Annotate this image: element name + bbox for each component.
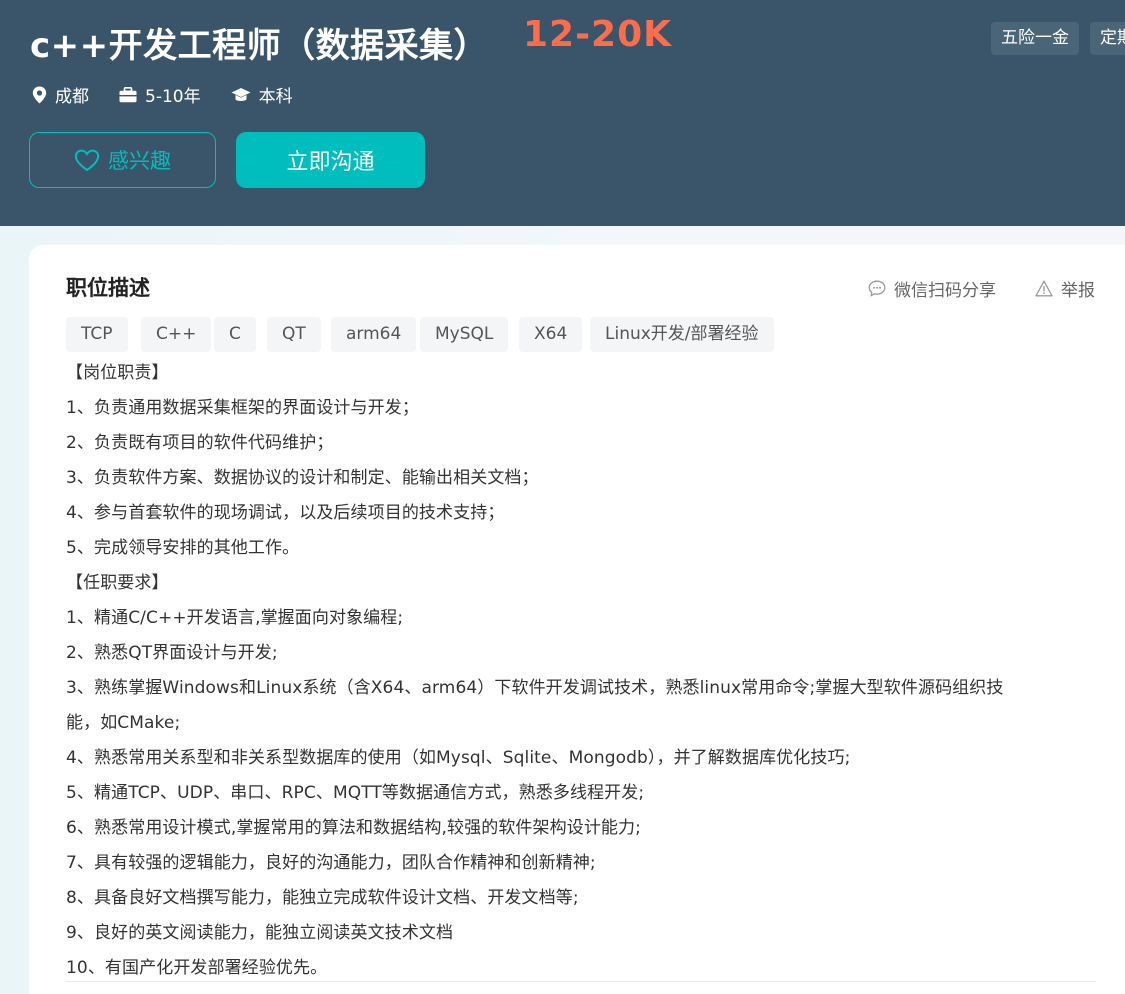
description-line: 2、负责既有项目的软件代码维护； xyxy=(66,433,334,453)
benefit-tag: 定期 xyxy=(1090,22,1125,55)
meta-experience: 5-10年 xyxy=(119,82,201,107)
meta-education-text: 本科 xyxy=(258,87,293,107)
description-line: 【任职要求】 xyxy=(66,573,169,593)
description-line: 10、有国产化开发部署经验优先。 xyxy=(66,958,328,978)
share-wechat-button[interactable]: 微信扫码分享 xyxy=(868,276,996,301)
skill-tag: TCP xyxy=(66,317,128,352)
description-line: 1、精通C/C++开发语言,掌握面向对象编程; xyxy=(66,608,404,628)
skill-tag: C++ xyxy=(141,317,212,352)
description-line: 【岗位职责】 xyxy=(66,363,169,383)
location-pin-icon xyxy=(32,86,47,103)
description-line: 5、完成领导安排的其他工作。 xyxy=(66,538,300,558)
heart-outline-icon xyxy=(74,149,100,171)
skill-tag: MySQL xyxy=(420,317,509,352)
description-line: 4、熟悉常用关系型和非关系型数据库的使用（如Mysql、Sqlite、Mongo… xyxy=(66,748,851,768)
job-title: c++开发工程师（数据采集） xyxy=(30,26,489,66)
description-line: 7、具有较强的逻辑能力，良好的沟通能力，团队合作精神和创新精神; xyxy=(66,853,596,873)
description-line: 5、精通TCP、UDP、串口、RPC、MQTT等数据通信方式，熟悉多线程开发; xyxy=(66,783,645,803)
description-line: 6、熟悉常用设计模式,掌握常用的算法和数据结构,较强的软件架构设计能力; xyxy=(66,818,641,838)
section-title: 职位描述 xyxy=(66,276,150,300)
interest-button[interactable]: 感兴趣 xyxy=(29,132,216,188)
description-line: 能，如CMake; xyxy=(66,713,181,733)
warning-triangle-icon xyxy=(1035,280,1053,297)
skill-tag: C xyxy=(214,317,256,352)
description-line: 9、良好的英文阅读能力，能独立阅读英文技术文档 xyxy=(66,923,454,943)
description-line: 4、参与首套软件的现场调试，以及后续项目的技术支持； xyxy=(66,503,505,523)
chat-bubble-icon xyxy=(868,280,886,297)
description-line: 1、负责通用数据采集框架的界面设计与开发； xyxy=(66,398,419,418)
chat-now-button[interactable]: 立即沟通 xyxy=(236,132,425,188)
meta-location-text: 成都 xyxy=(55,87,89,107)
skill-tag: arm64 xyxy=(331,317,417,352)
description-line: 2、熟悉QT界面设计与开发; xyxy=(66,643,278,663)
job-salary: 12-20K xyxy=(523,14,673,55)
graduation-cap-icon xyxy=(231,87,251,101)
benefit-tag: 五险一金 xyxy=(991,22,1079,55)
meta-education: 本科 xyxy=(231,82,293,107)
interest-button-label: 感兴趣 xyxy=(108,149,171,173)
briefcase-icon xyxy=(119,86,137,102)
report-button[interactable]: 举报 xyxy=(1035,276,1095,301)
skill-tag: X64 xyxy=(519,317,583,352)
description-line: 8、具备良好文档撰写能力，能独立完成软件设计文档、开发文档等; xyxy=(66,888,579,908)
share-wechat-label: 微信扫码分享 xyxy=(894,281,996,301)
skill-tag: Linux开发/部署经验 xyxy=(590,317,774,352)
skill-tag: QT xyxy=(267,317,321,352)
job-meta-row: 成都 5-10年 本科 xyxy=(32,82,323,107)
meta-experience-text: 5-10年 xyxy=(145,87,201,107)
description-line: 3、熟练掌握Windows和Linux系统（含X64、arm64）下软件开发调试… xyxy=(66,678,1004,698)
divider xyxy=(66,981,1096,982)
description-line: 3、负责软件方案、数据协议的设计和制定、能输出相关文档； xyxy=(66,468,539,488)
report-label: 举报 xyxy=(1061,281,1095,301)
meta-location: 成都 xyxy=(32,82,89,107)
